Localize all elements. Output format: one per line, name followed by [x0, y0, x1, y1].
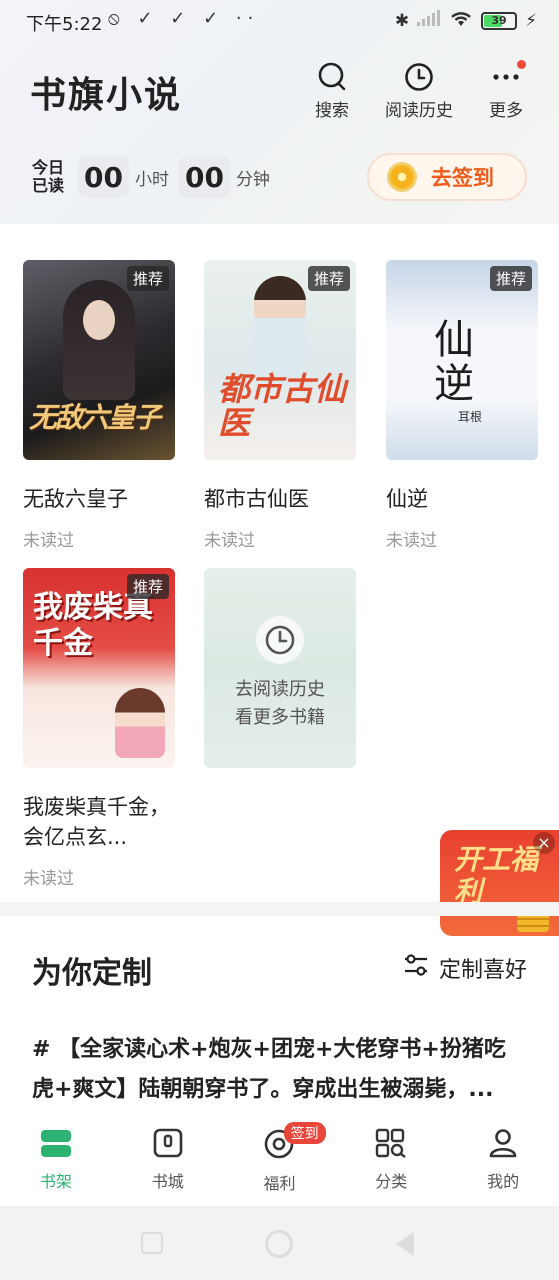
- coin-icon: [387, 162, 417, 192]
- tab-bookshelf[interactable]: 书架: [0, 1116, 112, 1206]
- book-status: 未读过: [23, 531, 74, 551]
- section-divider: [0, 902, 559, 916]
- tab-label: 书城: [151, 1172, 184, 1191]
- tab-profile[interactable]: 我的: [447, 1116, 559, 1206]
- cover-title: 无敌六皇子: [29, 401, 161, 434]
- book-card[interactable]: 都市古仙医 推荐 都市古仙医 未读过: [204, 260, 356, 551]
- app-title: 书旗小说: [30, 75, 183, 116]
- minutes-unit: 分钟: [235, 169, 270, 190]
- book-title[interactable]: 我废柴真千金，会亿点玄...: [23, 792, 173, 852]
- book-cover[interactable]: 我废柴真千金 推荐: [23, 568, 175, 768]
- recommendation-text[interactable]: # 【全家读心术+炮灰+团宠+大佬穿书+扮猪吃虎+爽文】陆朝朝穿书了。穿成出生被…: [32, 1030, 522, 1110]
- customize-preferences-label: 定制喜好: [438, 958, 527, 983]
- checkin-badge: 签到: [283, 1122, 326, 1144]
- tab-bookstore[interactable]: 书城: [112, 1116, 224, 1206]
- wifi-icon: [449, 9, 473, 32]
- tab-label: 我的: [487, 1172, 520, 1191]
- recommend-badge: 推荐: [489, 266, 532, 291]
- tab-welfare[interactable]: 签到 福利: [224, 1116, 336, 1206]
- history-card-cover[interactable]: 去阅读历史 看更多书籍: [204, 568, 356, 768]
- more-label: 更多: [489, 101, 523, 121]
- bottom-tab-bar: 书架 书城 签到 福利 分类 我的: [0, 1116, 559, 1206]
- reading-history-label: 阅读历史: [385, 101, 453, 121]
- book-card[interactable]: 我废柴真千金 推荐 我废柴真千金，会亿点玄... 未读过: [23, 568, 175, 889]
- tab-label: 分类: [375, 1172, 408, 1191]
- category-icon: [375, 1128, 407, 1162]
- recommend-badge: 推荐: [126, 266, 169, 291]
- history-card-line2: 看更多书籍: [235, 707, 325, 728]
- checkin-button[interactable]: 去签到: [367, 153, 527, 201]
- today-read-label: 今日已读: [32, 158, 65, 195]
- status-bar: 下午5:22 ⦸ ✓ ✓ ✓ ·· ✱ 39 ⚡: [0, 0, 559, 44]
- promo-text: 开工福利: [454, 843, 539, 908]
- section-title: 为你定制: [32, 956, 152, 991]
- search-icon: [317, 62, 347, 92]
- recent-apps-icon[interactable]: [141, 1232, 163, 1254]
- bookstore-icon: [153, 1128, 183, 1162]
- notification-icons: ⦸ ✓ ✓ ✓ ··: [108, 8, 260, 29]
- book-cover[interactable]: 无敌六皇子 推荐: [23, 260, 175, 460]
- bookshelf-icon: [40, 1128, 72, 1162]
- hours-unit: 小时: [134, 169, 169, 190]
- customize-preferences-button[interactable]: 定制喜好: [403, 952, 527, 984]
- book-status: 未读过: [23, 869, 74, 889]
- book-title[interactable]: 仙逆: [386, 484, 538, 514]
- back-icon[interactable]: [396, 1232, 414, 1256]
- tab-label: 书架: [39, 1172, 72, 1191]
- close-icon[interactable]: ×: [533, 832, 555, 854]
- status-time: 下午5:22: [26, 14, 103, 35]
- bluetooth-icon: ✱: [394, 10, 410, 31]
- system-nav-bar: [0, 1206, 559, 1280]
- signal-icon: [417, 10, 441, 31]
- more-button[interactable]: 更多: [466, 60, 546, 121]
- book-cover[interactable]: 仙逆 耳根 推荐: [386, 260, 538, 460]
- book-cover[interactable]: 都市古仙医 推荐: [204, 260, 356, 460]
- sliders-icon: [403, 953, 429, 983]
- reading-history-button[interactable]: 阅读历史: [379, 62, 459, 121]
- hours-value: 00: [78, 156, 129, 198]
- clock-icon: [404, 62, 434, 92]
- recommend-badge: 推荐: [307, 266, 350, 291]
- clock-icon: [256, 616, 304, 664]
- today-read-timer: 今日已读 00 小时 00 分钟: [32, 156, 270, 198]
- charging-icon: ⚡: [525, 10, 537, 31]
- cover-title: 都市古仙医: [218, 370, 347, 442]
- book-card[interactable]: 无敌六皇子 推荐 无敌六皇子 未读过: [23, 260, 175, 551]
- promo-banner[interactable]: 开工福利 ×: [440, 830, 559, 936]
- cover-author: 耳根: [458, 410, 483, 424]
- book-title[interactable]: 无敌六皇子: [23, 484, 175, 514]
- history-card-text: 去阅读历史 看更多书籍: [235, 676, 325, 732]
- cover-art-face: [83, 300, 115, 340]
- cover-title: 仙逆: [434, 317, 474, 407]
- book-title[interactable]: 都市古仙医: [204, 484, 356, 514]
- cover-art: [115, 688, 165, 758]
- book-card[interactable]: 仙逆 耳根 推荐 仙逆 未读过: [386, 260, 538, 551]
- search-label: 搜索: [315, 101, 349, 121]
- book-status: 未读过: [204, 531, 255, 551]
- history-card-line1: 去阅读历史: [235, 679, 325, 700]
- book-status: 未读过: [386, 531, 437, 551]
- checkin-label: 去签到: [431, 166, 494, 190]
- cover-title: 我废柴真千金: [33, 590, 153, 661]
- home-icon[interactable]: [265, 1230, 293, 1258]
- recommend-badge: 推荐: [126, 574, 169, 599]
- cover-art: [63, 280, 135, 400]
- status-right: ✱ 39 ⚡: [395, 9, 537, 32]
- minutes-value: 00: [178, 156, 230, 198]
- battery-icon: 39: [481, 11, 518, 30]
- tab-category[interactable]: 分类: [335, 1116, 447, 1206]
- search-button[interactable]: 搜索: [292, 62, 372, 121]
- profile-icon: [488, 1128, 518, 1162]
- history-card[interactable]: 去阅读历史 看更多书籍: [204, 568, 356, 768]
- tab-label: 福利: [263, 1174, 296, 1193]
- notification-dot: [517, 60, 526, 69]
